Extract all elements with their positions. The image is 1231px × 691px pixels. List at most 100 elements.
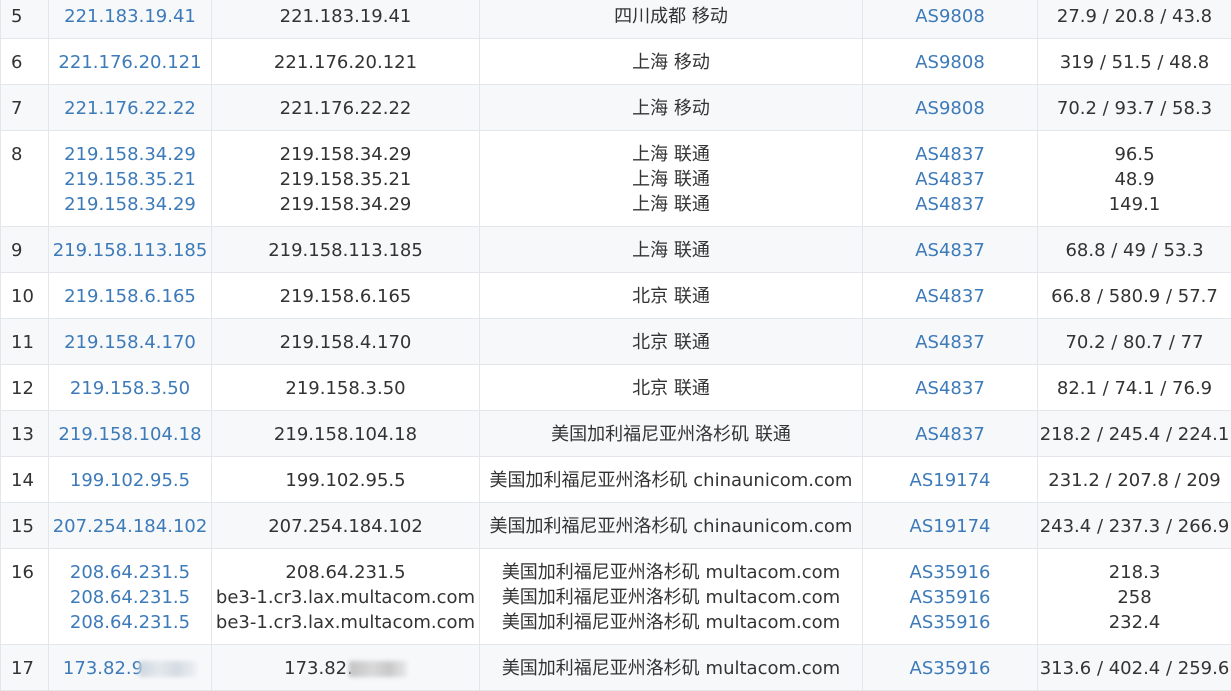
cell-content: 上海 移动 — [480, 85, 862, 130]
ip-link-text: 208.64.231.5 — [70, 612, 190, 633]
ip-link[interactable]: 219.158.35.21 — [49, 167, 211, 192]
asn-link[interactable]: AS35916 — [863, 656, 1037, 681]
cell-content: 上海 联通 — [480, 227, 862, 272]
asn-link[interactable]: AS19174 — [863, 468, 1037, 493]
hop-row: 12219.158.3.50219.158.3.50北京 联通AS483782.… — [1, 365, 1231, 411]
hop-number: 15 — [11, 514, 48, 539]
ip-link-text: 219.158.35.21 — [64, 169, 196, 190]
hostname-text: 221.176.20.121 — [274, 52, 417, 73]
cell-asn: AS9808 — [863, 0, 1038, 39]
geo-location-text: 美国加利福尼亚州洛杉矶 multacom.com — [502, 562, 840, 583]
ip-link[interactable]: 221.176.20.121 — [49, 50, 211, 75]
cell-content: 219.158.4.170 — [212, 319, 479, 364]
rtt-values-text: 218.3 — [1109, 562, 1161, 583]
hop-number-text: 11 — [11, 332, 34, 353]
rtt-values-text: 70.2 / 80.7 / 77 — [1065, 332, 1203, 353]
cell-content: 221.183.19.41 — [212, 0, 479, 38]
ip-link[interactable]: 207.254.184.102 — [49, 514, 211, 539]
hostname: 221.183.19.41 — [212, 4, 479, 29]
ip-link[interactable]: 199.102.95.5 — [49, 468, 211, 493]
ip-link[interactable]: 219.158.6.165 — [49, 284, 211, 309]
rtt-values: 68.8 / 49 / 53.3 — [1038, 238, 1231, 263]
asn-link-text: AS19174 — [910, 516, 991, 537]
asn-link[interactable]: AS4837 — [863, 422, 1037, 447]
cell-ip: 219.158.4.170 — [49, 319, 212, 365]
cell-host: 219.158.4.170 — [212, 319, 480, 365]
cell-asn: AS4837 — [863, 365, 1038, 411]
hostname: 219.158.34.29 — [212, 192, 479, 217]
geo-location: 美国加利福尼亚州洛杉矶 chinaunicom.com — [480, 514, 862, 539]
asn-link[interactable]: AS4837 — [863, 192, 1037, 217]
cell-content: 219.158.113.185 — [212, 227, 479, 272]
ip-link[interactable]: 221.176.22.22 — [49, 96, 211, 121]
ip-link[interactable]: 219.158.34.29 — [49, 192, 211, 217]
rtt-values-text: 48.9 — [1114, 169, 1154, 190]
hostname-text: 207.254.184.102 — [268, 516, 423, 537]
geo-location-text: 美国加利福尼亚州洛杉矶 chinaunicom.com — [490, 516, 853, 537]
geo-location-text: 美国加利福尼亚州洛杉矶 chinaunicom.com — [490, 470, 853, 491]
cell-hop: 15 — [1, 503, 49, 549]
ip-link[interactable]: 221.183.19.41 — [49, 4, 211, 29]
hostname: 199.102.95.5 — [212, 468, 479, 493]
geo-location: 上海 移动 — [480, 50, 862, 75]
hostname-text: 219.158.4.170 — [280, 332, 412, 353]
cell-content: 219.158.3.50 — [212, 365, 479, 410]
ip-link[interactable]: 219.158.4.170 — [49, 330, 211, 355]
cell-asn: AS35916 — [863, 645, 1038, 691]
hostname: 221.176.22.22 — [212, 96, 479, 121]
asn-link[interactable]: AS4837 — [863, 167, 1037, 192]
asn-link-text: AS9808 — [915, 98, 985, 119]
asn-link-text: AS4837 — [915, 378, 985, 399]
asn-link[interactable]: AS4837 — [863, 330, 1037, 355]
cell-host: 219.158.104.18 — [212, 411, 480, 457]
geo-location: 美国加利福尼亚州洛杉矶 multacom.com — [480, 585, 862, 610]
cell-content: 221.176.22.22 — [212, 85, 479, 130]
asn-link[interactable]: AS9808 — [863, 50, 1037, 75]
cell-content: 208.64.231.5208.64.231.5208.64.231.5 — [49, 549, 211, 644]
ip-link-text: 219.158.113.185 — [53, 240, 208, 261]
ip-link[interactable]: 219.158.113.185 — [49, 238, 211, 263]
cell-hop: 16 — [1, 549, 49, 645]
hop-row: 8219.158.34.29219.158.35.21219.158.34.29… — [1, 131, 1231, 227]
cell-rtt: 319 / 51.5 / 48.8 — [1038, 39, 1231, 85]
hop-row: 14199.102.95.5199.102.95.5美国加利福尼亚州洛杉矶 ch… — [1, 457, 1231, 503]
ip-link[interactable]: 208.64.231.5 — [49, 560, 211, 585]
asn-link[interactable]: AS35916 — [863, 585, 1037, 610]
hostname-text: 219.158.3.50 — [285, 378, 405, 399]
rtt-values: 243.4 / 237.3 / 266.9 — [1038, 514, 1231, 539]
geo-location-text: 上海 移动 — [632, 52, 710, 73]
rtt-values: 70.2 / 93.7 / 58.3 — [1038, 96, 1231, 121]
asn-link[interactable]: AS9808 — [863, 4, 1037, 29]
asn-link[interactable]: AS9808 — [863, 96, 1037, 121]
asn-link[interactable]: AS4837 — [863, 238, 1037, 263]
asn-link[interactable]: AS35916 — [863, 560, 1037, 585]
ip-link-text: 221.176.20.121 — [58, 52, 201, 73]
cell-hop: 10 — [1, 273, 49, 319]
cell-asn: AS4837 — [863, 319, 1038, 365]
geo-location-text: 上海 移动 — [632, 98, 710, 119]
ip-link[interactable]: 219.158.3.50 — [49, 376, 211, 401]
ip-link[interactable]: 208.64.231.5 — [49, 610, 211, 635]
cell-content: 9 — [11, 227, 48, 272]
ip-link[interactable]: 208.64.231.5 — [49, 585, 211, 610]
asn-link[interactable]: AS4837 — [863, 284, 1037, 309]
cell-content: 8 — [11, 131, 48, 176]
ip-link[interactable]: 219.158.34.29 — [49, 142, 211, 167]
hostname: be3-1.cr3.lax.multacom.com — [212, 610, 479, 635]
cell-content: 173.82.9 — [49, 645, 211, 690]
cell-content: 四川成都 移动 — [480, 0, 862, 38]
geo-location: 上海 联通 — [480, 167, 862, 192]
hostname: 219.158.34.29 — [212, 142, 479, 167]
hostname: 221.176.20.121 — [212, 50, 479, 75]
hop-row: 17173.82.9173.82.美国加利福尼亚州洛杉矶 multacom.co… — [1, 645, 1231, 691]
ip-link[interactable]: 173.82.9 — [49, 656, 211, 681]
asn-link[interactable]: AS4837 — [863, 142, 1037, 167]
cell-content: 221.176.20.121 — [212, 39, 479, 84]
hop-row: 9219.158.113.185219.158.113.185上海 联通AS48… — [1, 227, 1231, 273]
cell-content: AS9808 — [863, 85, 1037, 130]
asn-link[interactable]: AS19174 — [863, 514, 1037, 539]
asn-link[interactable]: AS4837 — [863, 376, 1037, 401]
ip-link[interactable]: 219.158.104.18 — [49, 422, 211, 447]
asn-link[interactable]: AS35916 — [863, 610, 1037, 635]
cell-host: 219.158.113.185 — [212, 227, 480, 273]
